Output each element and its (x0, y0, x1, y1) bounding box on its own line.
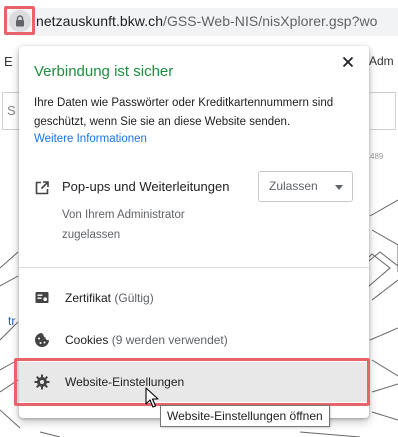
site-settings-highlight-box (14, 358, 370, 406)
certificate-label-group: Zertifikat (Gültig) (65, 291, 154, 305)
permission-select[interactable]: Zulassen (258, 171, 353, 202)
popup-title: Verbindung ist sicher (34, 63, 174, 80)
lock-highlight-box (4, 6, 35, 35)
certificate-status: (Gültig) (114, 291, 154, 305)
cookies-label-group: Cookies (9 werden verwendet) (65, 333, 228, 347)
tooltip: Website-Einstellungen öffnen (160, 405, 330, 427)
close-icon (342, 56, 354, 68)
close-button[interactable] (339, 53, 357, 71)
popup-redirect-icon (35, 181, 49, 195)
more-info-link[interactable]: Weitere Informationen (34, 133, 147, 145)
url-text[interactable]: netzauskunft.bkw.ch/GSS-Web-NIS/nisXplor… (36, 13, 377, 29)
map-number-label: 489 (370, 152, 384, 161)
certificate-row[interactable]: Zertifikat (Gültig) (19, 279, 369, 317)
map-text-fragment: tr (8, 314, 16, 328)
popup-divider (19, 267, 369, 268)
chevron-down-icon (335, 185, 343, 190)
permission-label: Pop-ups und Weiterleitungen (62, 179, 230, 194)
page-search-box-right (370, 92, 396, 130)
page-toolbar-fragment: E (4, 54, 13, 69)
popup-description: Ihre Daten wie Passwörter oder Kreditkar… (34, 97, 334, 128)
page-search-input[interactable]: S (2, 92, 19, 130)
certificate-icon (35, 292, 49, 303)
permission-select-value: Zulassen (269, 179, 318, 193)
url-path: /GSS-Web-NIS/nisXplorer.gsp?wo (163, 13, 378, 29)
page-admin-menu[interactable]: Adm (369, 54, 394, 68)
mouse-cursor-icon (145, 387, 159, 408)
permission-subtext: Von Ihrem Administrator zugelassen (62, 209, 185, 241)
certificate-label: Zertifikat (65, 291, 112, 305)
cookies-row[interactable]: Cookies (9 werden verwendet) (19, 321, 369, 359)
cookie-icon (35, 333, 49, 347)
cookies-label: Cookies (65, 333, 109, 347)
cookies-count: (9 werden verwendet) (111, 333, 228, 347)
address-bar: netzauskunft.bkw.ch/GSS-Web-NIS/nisXplor… (0, 0, 398, 40)
url-host: netzauskunft.bkw.ch (36, 13, 164, 29)
